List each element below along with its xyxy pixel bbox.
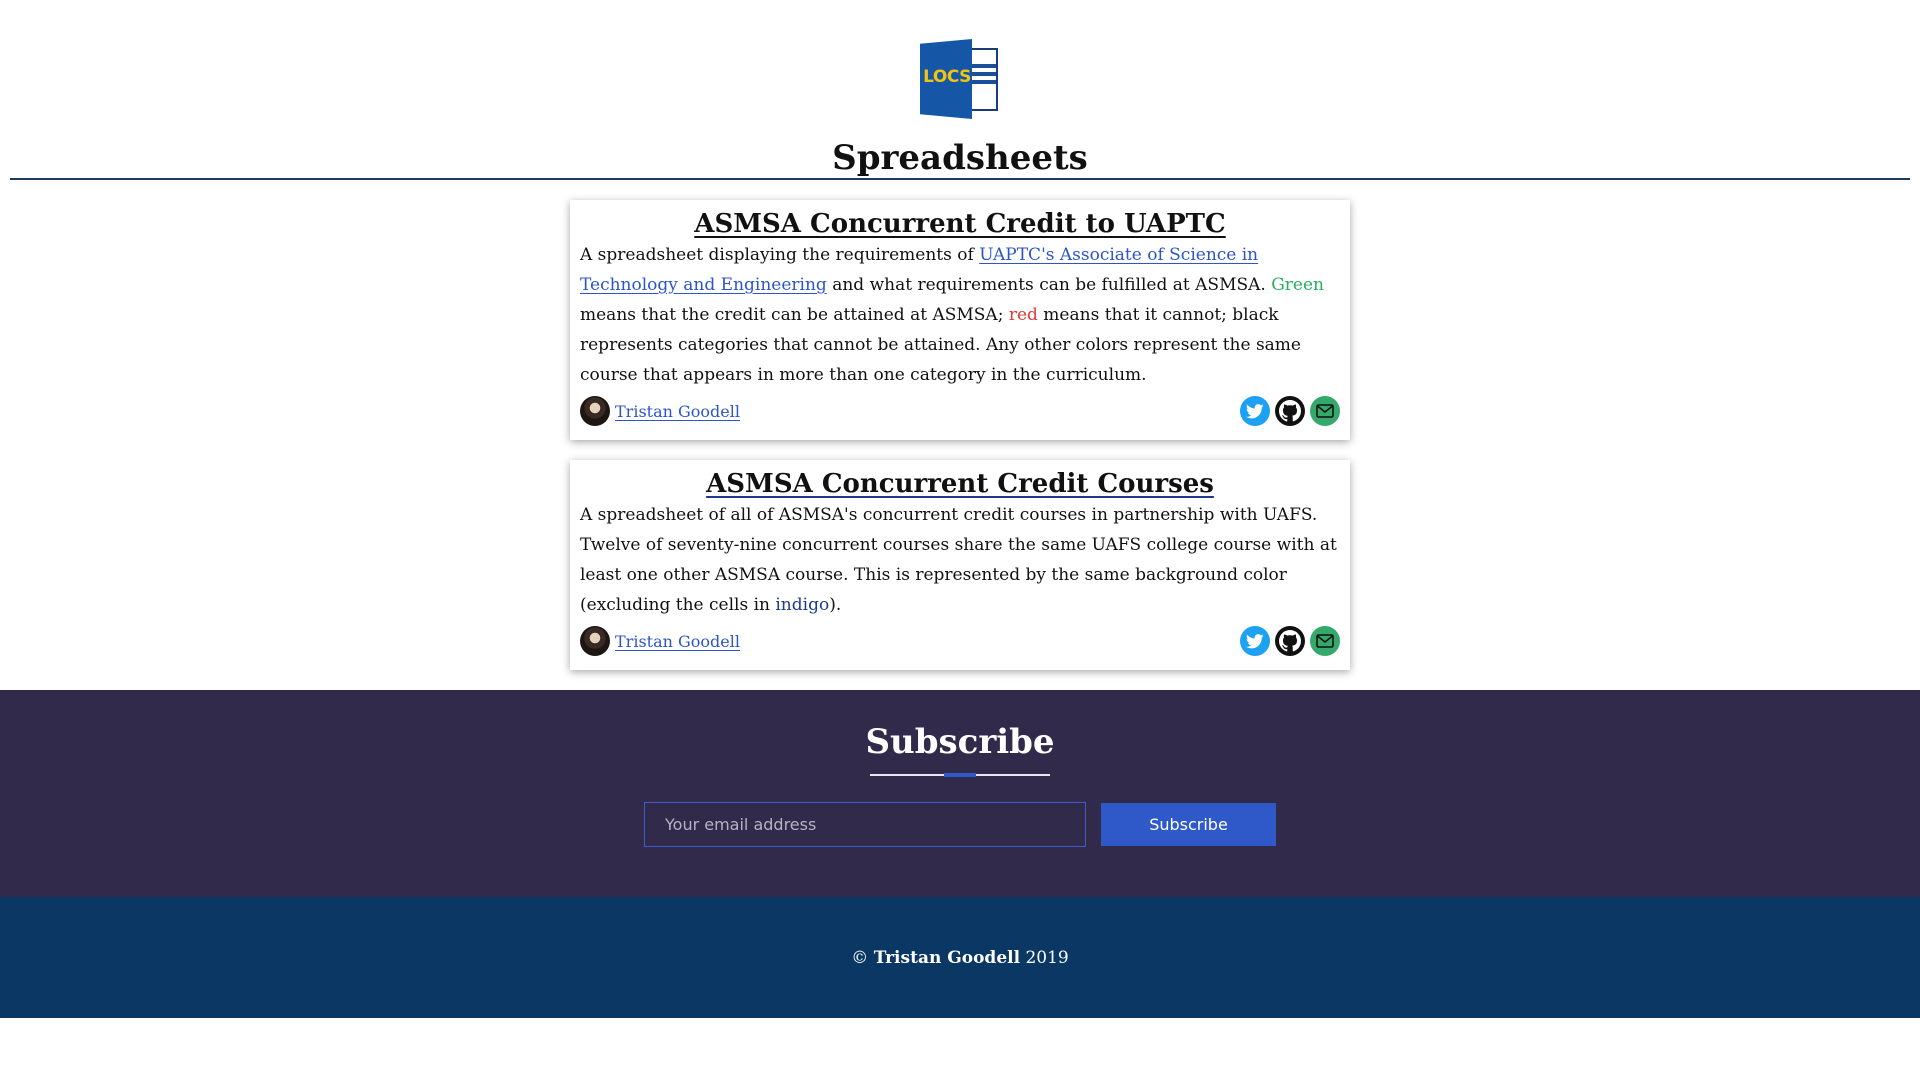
subscribe-button[interactable]: Subscribe — [1101, 803, 1276, 846]
spreadsheet-card: ASMSA Concurrent Credit Courses A spread… — [570, 460, 1350, 670]
avatar — [580, 626, 610, 656]
description-text: ). — [829, 595, 842, 615]
description-text: means that the credit can be attained at… — [580, 305, 1009, 325]
subscribe-section: Subscribe Subscribe — [0, 690, 1920, 897]
email-icon[interactable] — [1310, 396, 1340, 426]
footer-author: Tristan Goodell — [873, 947, 1021, 968]
twitter-icon[interactable] — [1240, 626, 1270, 656]
social-links — [1240, 396, 1340, 426]
logo-text: LOCS — [923, 67, 971, 87]
email-icon[interactable] — [1310, 626, 1340, 656]
github-icon[interactable] — [1275, 396, 1305, 426]
author: Tristan Goodell — [580, 626, 740, 656]
green-word: Green — [1271, 275, 1324, 295]
subscribe-form: Subscribe — [0, 802, 1920, 847]
social-links — [1240, 626, 1340, 656]
description-text: A spreadsheet of all of ASMSA's concurre… — [580, 505, 1337, 615]
subscribe-divider — [870, 773, 1050, 777]
email-input[interactable] — [644, 802, 1086, 847]
locs-logo[interactable]: LOCS — [916, 37, 1004, 120]
github-icon[interactable] — [1275, 626, 1305, 656]
author: Tristan Goodell — [580, 396, 740, 426]
card-description: A spreadsheet of all of ASMSA's concurre… — [580, 500, 1340, 620]
card-title[interactable]: ASMSA Concurrent Credit Courses — [580, 468, 1340, 500]
avatar — [580, 396, 610, 426]
card-title[interactable]: ASMSA Concurrent Credit to UAPTC — [580, 208, 1340, 240]
description-text: and what requirements can be fulfilled a… — [826, 275, 1272, 295]
spreadsheet-card: ASMSA Concurrent Credit to UAPTC A sprea… — [570, 200, 1350, 440]
author-link[interactable]: Tristan Goodell — [615, 632, 740, 651]
divider-accent — [944, 773, 976, 777]
description-text: A spreadsheet displaying the requirement… — [580, 245, 980, 265]
card-footer: Tristan Goodell — [580, 626, 1340, 656]
twitter-icon[interactable] — [1240, 396, 1270, 426]
footer-year: 2019 — [1025, 947, 1069, 968]
card-footer: Tristan Goodell — [580, 396, 1340, 426]
page-title: Spreadsheets — [832, 138, 1088, 178]
page-header: LOCS Spreadsheets — [0, 0, 1920, 178]
subscribe-title: Subscribe — [865, 722, 1055, 762]
author-link[interactable]: Tristan Goodell — [615, 402, 740, 421]
card-description: A spreadsheet displaying the requirement… — [580, 240, 1340, 390]
indigo-word: indigo — [775, 595, 830, 615]
card-list: ASMSA Concurrent Credit to UAPTC A sprea… — [570, 200, 1350, 670]
header-divider — [10, 178, 1910, 180]
copyright-symbol: © — [851, 947, 869, 968]
red-word: red — [1008, 305, 1038, 325]
page-footer: © Tristan Goodell 2019 — [0, 897, 1920, 1018]
